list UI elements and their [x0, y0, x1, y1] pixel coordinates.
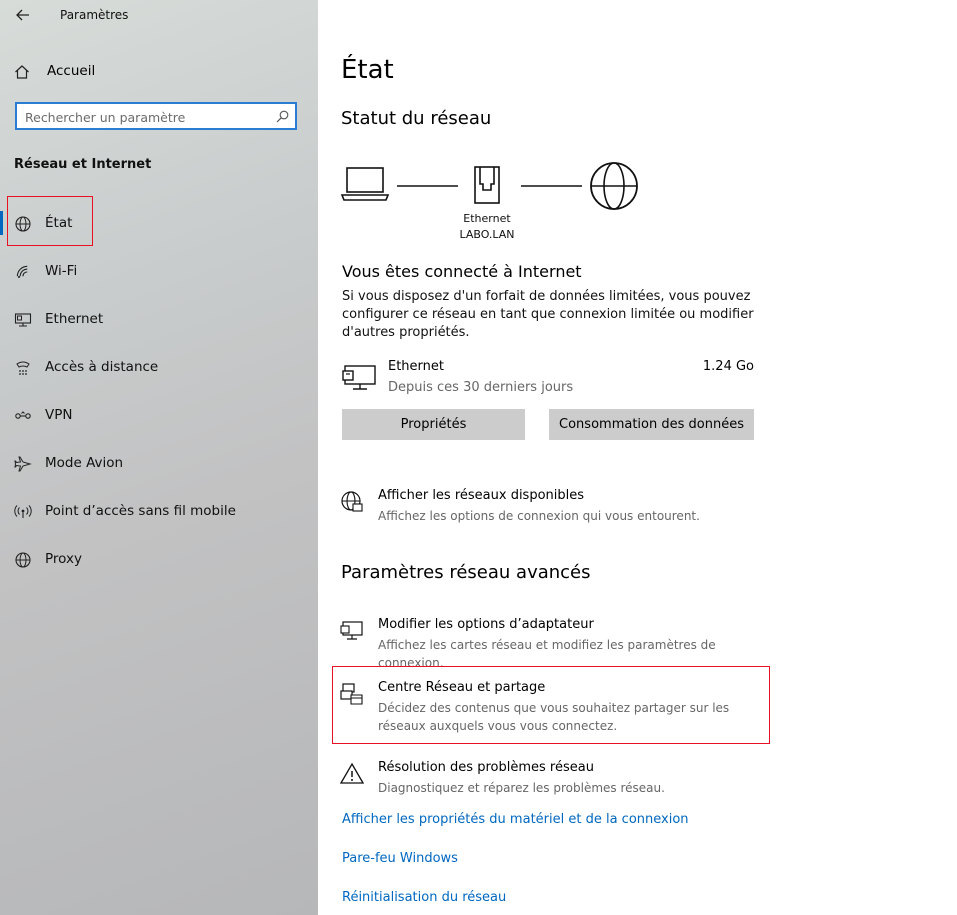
- network-adapter-icon: [340, 621, 363, 640]
- section-heading: Réseau et Internet: [14, 157, 152, 172]
- network-status-heading: Statut du réseau: [341, 108, 492, 129]
- home-nav-item[interactable]: Accueil: [0, 58, 318, 86]
- network-reset-link[interactable]: Réinitialisation du réseau: [342, 890, 506, 905]
- ethernet-period: Depuis ces 30 derniers jours: [388, 380, 574, 395]
- sidebar-item-mode-avion[interactable]: Mode Avion: [0, 443, 318, 483]
- troubleshoot-desc: Diagnostiquez et réparez les problèmes r…: [378, 781, 665, 795]
- search-input[interactable]: [23, 107, 267, 127]
- home-icon: [15, 65, 29, 79]
- selected-indicator: [0, 211, 3, 235]
- sidebar-item-label: Accès à distance: [45, 359, 159, 375]
- connected-title: Vous êtes connecté à Internet: [342, 262, 582, 281]
- sidebar-item-label: Mode Avion: [45, 455, 124, 471]
- sidebar: Paramètres Accueil Réseau et Internet Ét…: [0, 0, 318, 915]
- sidebar-item-label: Proxy: [45, 551, 82, 567]
- firewall-link[interactable]: Pare-feu Windows: [342, 851, 458, 866]
- highlight-box: [332, 666, 770, 744]
- advanced-settings-heading: Paramètres réseau avancés: [341, 562, 591, 583]
- mobile-hotspot-icon: [14, 505, 32, 518]
- warning-icon: [340, 762, 364, 784]
- sidebar-item-ethernet[interactable]: Ethernet: [0, 299, 318, 339]
- troubleshoot-title: Résolution des problèmes réseau: [378, 760, 594, 775]
- show-networks-link[interactable]: Afficher les réseaux disponibles Affiche…: [340, 488, 780, 528]
- sidebar-item-label: Point d’accès sans fil mobile: [45, 503, 236, 519]
- sidebar-item-acces-distance[interactable]: Accès à distance: [0, 347, 318, 387]
- network-name-label: LABO.LAN: [459, 228, 515, 241]
- dialup-icon: [16, 361, 30, 375]
- back-arrow-icon[interactable]: [14, 6, 32, 24]
- hardware-properties-link[interactable]: Afficher les propriétés du matériel et d…: [342, 812, 689, 827]
- home-label: Accueil: [47, 63, 96, 79]
- wifi-icon: [16, 265, 28, 278]
- main-content: État Statut du réseau Ethernet LABO.LAN …: [318, 0, 957, 915]
- ethernet-usage-row: Ethernet Depuis ces 30 derniers jours 1.…: [342, 359, 762, 399]
- troubleshoot-link[interactable]: Résolution des problèmes réseau Diagnost…: [340, 760, 780, 800]
- laptop-icon: [340, 167, 390, 201]
- sidebar-item-vpn[interactable]: VPN: [0, 395, 318, 435]
- app-title: Paramètres: [60, 8, 129, 22]
- airplane-icon: [14, 456, 32, 472]
- globe-icon: [15, 552, 31, 568]
- adapter-options-title: Modifier les options d’adaptateur: [378, 617, 594, 632]
- vpn-icon: [15, 411, 31, 419]
- show-networks-title: Afficher les réseaux disponibles: [378, 488, 585, 503]
- adapter-options-link[interactable]: Modifier les options d’adaptateur Affich…: [340, 617, 780, 670]
- globe-network-icon: [341, 491, 363, 512]
- sidebar-item-label: Ethernet: [45, 311, 104, 327]
- title-bar: Paramètres: [0, 0, 318, 32]
- network-diagram: Ethernet LABO.LAN: [340, 158, 650, 248]
- search-icon[interactable]: [276, 110, 289, 123]
- sidebar-item-point-acces[interactable]: Point d’accès sans fil mobile: [0, 491, 318, 531]
- search-box[interactable]: [15, 102, 297, 130]
- ethernet-port-icon: [474, 166, 500, 204]
- sidebar-item-proxy[interactable]: Proxy: [0, 539, 318, 579]
- page-title: État: [341, 55, 394, 85]
- network-diagram-graphic: [340, 162, 638, 210]
- adapter-name-label: Ethernet: [463, 212, 511, 225]
- ethernet-adapter-icon: [342, 365, 376, 390]
- sidebar-item-wifi[interactable]: Wi-Fi: [0, 251, 318, 291]
- ethernet-usage: 1.24 Go: [702, 359, 754, 374]
- sidebar-item-label: VPN: [45, 407, 73, 423]
- data-usage-button[interactable]: Consommation des données: [549, 409, 754, 440]
- ethernet-name: Ethernet: [388, 359, 444, 374]
- globe-internet-icon: [590, 162, 638, 210]
- highlight-box: [7, 196, 93, 246]
- show-networks-desc: Affichez les options de connexion qui vo…: [378, 509, 700, 523]
- properties-button[interactable]: Propriétés: [342, 409, 525, 440]
- sidebar-item-label: Wi-Fi: [45, 263, 78, 279]
- ethernet-icon: [14, 313, 32, 327]
- connected-description: Si vous disposez d'un forfait de données…: [342, 289, 754, 340]
